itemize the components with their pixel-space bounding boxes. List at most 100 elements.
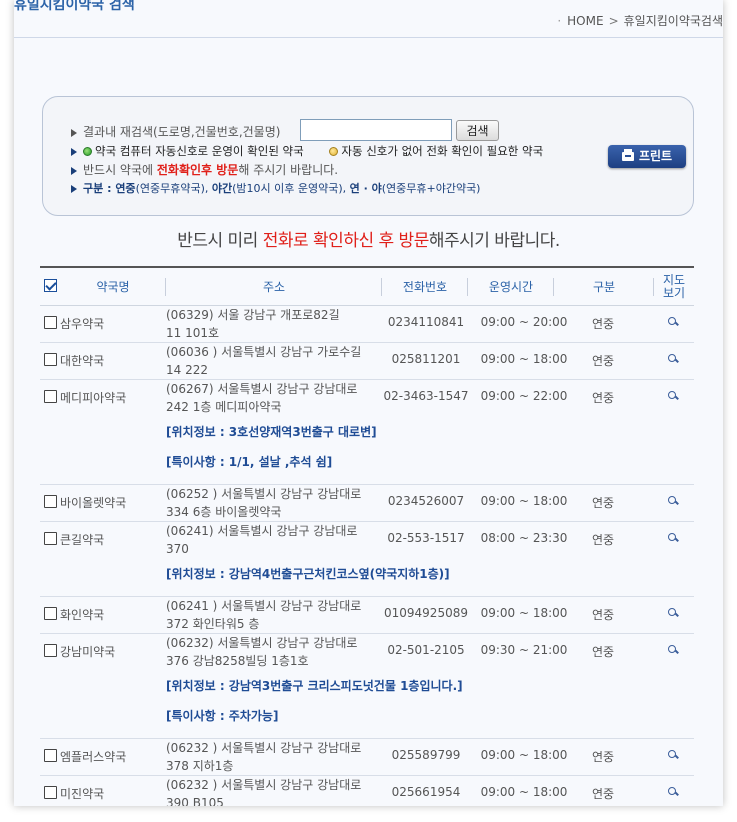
pharmacy-type: 연중 [591,787,615,801]
pharmacy-phone: 01094925089 [384,606,468,620]
header-phone: 전화번호 [382,268,468,306]
table-header: 약국명 주소 전화번호 운영시간 구분 지도 보기 [40,268,694,306]
map-search-icon[interactable] [668,645,679,656]
pharmacy-address: (06232) 서울특별시 강남구 강남대로 376 강남8258빌딩 1층1호 [166,636,358,668]
page: 휴일지킴이약국 검색 · HOME > 휴일지킴이약국검색 결과내 재검색(도로명,건… [14,0,723,806]
pharmacy-info: [특이사항 : 1/1, 설날 ,추석 쉼] [166,455,333,469]
pharmacy-phone: 025811201 [391,352,461,366]
pharmacy-address: (06267) 서울특별시 강남구 강남대로 242 1층 메디피아약국 [166,382,358,414]
pharmacy-hours: 09:00 ~ 18:00 [480,494,568,508]
legend-auto: 약국 컴퓨터 자동신호로 운영이 확인된 약국 [95,144,304,158]
row-checkbox[interactable] [44,353,57,366]
pharmacy-info: [위치정보 : 3호선양재역3번출구 대로변] [166,425,377,439]
header-hours: 운영시간 [468,268,554,306]
pharmacy-name[interactable]: 바이올렛약국 [60,494,126,511]
pharmacy-name[interactable]: 삼우약국 [60,315,104,332]
pharmacy-name[interactable]: 강남미약국 [60,643,115,660]
pharmacy-type: 연중 [591,750,615,764]
pharmacy-info: [위치정보 : 강남역4번출구근처킨코스옆(약국지하1층)] [166,567,450,581]
visit-notice: 반드시 미리 전화로 확인하신 후 방문해주시기 바랍니다. [14,226,723,251]
pharmacy-phone: 0234526007 [387,494,465,508]
pharmacy-name[interactable]: 엠플러스약국 [60,748,126,765]
header-address: 주소 [166,268,382,306]
category-yearround-desc: (연중무휴약국), [135,182,212,195]
row-checkbox[interactable] [44,749,57,762]
category-yearround: 연중 [115,182,136,195]
map-search-icon[interactable] [668,391,679,402]
triangle-bullet-icon [71,166,77,175]
table-row: 삼우약국 (06329) 서울 강남구 개포로82길 11 101호 02341108… [40,306,694,343]
notice-suffix: 해주시기 바랍니다. [428,231,560,251]
note-emphasis: 전화확인후 방문 [156,163,239,177]
pharmacy-name[interactable]: 화인약국 [60,606,104,623]
table-body: 삼우약국 (06329) 서울 강남구 개포로82길 11 101호 02341108… [40,306,694,806]
table-row: 바이올렛약국 (06252 ) 서울특별시 강남구 강남대로 334 6층 바이올렛… [40,485,694,522]
category-both: 연 · 야 [349,182,382,195]
pharmacy-hours: 09:00 ~ 18:00 [480,606,568,620]
map-search-icon[interactable] [668,787,679,798]
pharmacy-address: (06329) 서울 강남구 개포로82길 11 101호 [166,308,340,340]
search-input[interactable] [300,119,452,141]
map-search-icon[interactable] [668,750,679,761]
row-checkbox[interactable] [44,532,57,545]
pharmacy-hours: 09:30 ~ 21:00 [480,643,568,657]
search-label-line: 결과내 재검색(도로명,건물번호,건물명) [71,123,280,140]
pharmacy-type: 연중 [591,354,615,368]
notice-prefix: 반드시 미리 [177,231,263,251]
pharmacy-name[interactable]: 큰길약국 [60,531,104,548]
pharmacy-address: (06036 ) 서울특별시 강남구 가로수길 14 222 [166,345,362,377]
pharmacy-type: 연중 [591,608,615,622]
pharmacy-hours: 09:00 ~ 18:00 [480,352,568,366]
header-map: 지도 보기 [662,273,686,300]
row-checkbox[interactable] [44,495,57,508]
pharmacy-hours: 09:00 ~ 20:00 [480,315,568,329]
category-label: 구분 : [83,182,116,195]
pharmacy-address: (06241) 서울특별시 강남구 강남대로 370 [166,524,358,556]
pharmacy-name[interactable]: 메디피아약국 [60,389,126,406]
map-search-icon[interactable] [668,317,679,328]
pharmacy-address: (06252 ) 서울특별시 강남구 강남대로 334 6층 바이올렛약국 [166,487,362,519]
table-row: 강남미약국 (06232) 서울특별시 강남구 강남대로 376 강남8258빌딩 … [40,634,694,739]
table-row: 큰길약국 (06241) 서울특별시 강남구 강남대로 370 02-553-1517… [40,522,694,597]
print-button[interactable]: 프린트 [608,145,686,168]
print-button-label: 프린트 [638,149,673,163]
table-row: 메디피아약국 (06267) 서울특별시 강남구 강남대로 242 1층 메디피아약… [40,380,694,485]
pharmacy-phone: 0234110841 [387,315,465,329]
notice-emphasis: 전화로 확인하신 후 방문 [262,231,430,251]
pharmacy-address: (06232 ) 서울특별시 강남구 강남대로 390 B105 [166,778,362,806]
category-night-desc: (밤10시 이후 운영약국), [232,182,350,195]
row-checkbox[interactable] [44,390,57,403]
pharmacy-type: 연중 [591,533,615,547]
select-all-checkbox[interactable] [44,279,57,292]
breadcrumb-current[interactable]: 휴일지킴이약국검색 [624,14,723,28]
map-search-icon[interactable] [668,608,679,619]
pharmacy-name[interactable]: 대한약국 [60,352,104,369]
pharmacy-phone: 02-553-1517 [387,531,465,545]
pharmacy-phone: 025589799 [391,748,461,762]
row-checkbox[interactable] [44,786,57,799]
header-type: 구분 [554,268,654,306]
pharmacy-info: [위치정보 : 강남역3번출구 크리스피도넛건물 1층입니다.] [166,679,463,693]
triangle-bullet-icon [71,147,77,156]
pharmacy-hours: 09:00 ~ 18:00 [480,785,568,799]
table-row: 엠플러스약국 (06232 ) 서울특별시 강남구 강남대로 378 지하1층 025… [40,739,694,776]
search-button[interactable]: 검색 [456,120,499,141]
search-label: 결과내 재검색(도로명,건물번호,건물명) [83,125,281,139]
pharmacy-phone: 02-501-2105 [387,643,465,657]
pharmacy-name[interactable]: 미진약국 [60,785,104,802]
breadcrumb-home[interactable]: HOME [567,14,603,28]
map-search-icon[interactable] [668,533,679,544]
pharmacy-address: (06232 ) 서울특별시 강남구 강남대로 378 지하1층 [166,741,362,773]
row-checkbox[interactable] [44,644,57,657]
pharmacy-phone: 02-3463-1547 [383,389,469,403]
note-prefix: 반드시 약국에 [83,163,157,177]
row-checkbox[interactable] [44,316,57,329]
table-row: 미진약국 (06232 ) 서울특별시 강남구 강남대로 390 B105 02566… [40,776,694,806]
map-search-icon[interactable] [668,496,679,507]
phone-note-line: 반드시 약국에 전화확인후 방문해 주시기 바랍니다. [71,161,338,178]
triangle-bullet-icon [71,128,77,137]
green-dot-icon [83,147,92,156]
pharmacy-hours: 09:00 ~ 18:00 [480,748,568,762]
map-search-icon[interactable] [668,354,679,365]
row-checkbox[interactable] [44,607,57,620]
